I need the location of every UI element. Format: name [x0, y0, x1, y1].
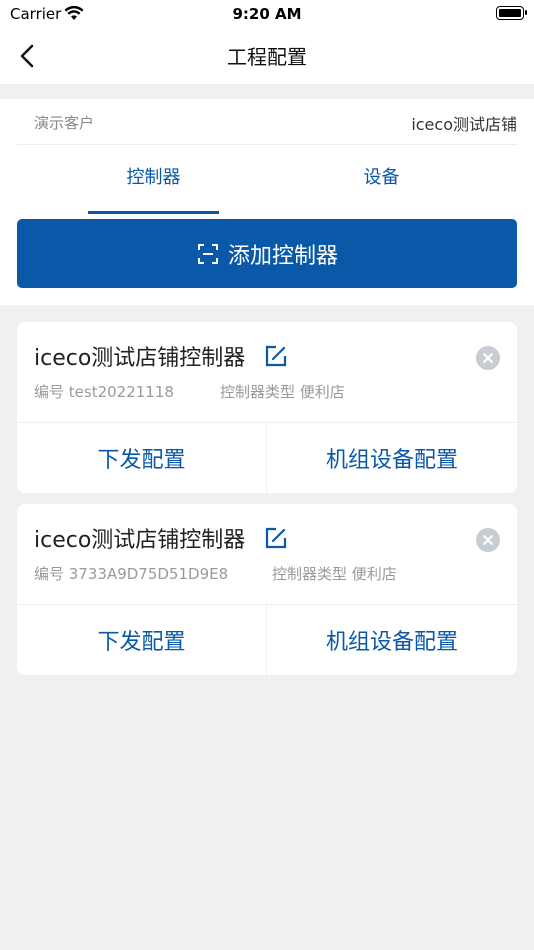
edit-icon[interactable] [264, 526, 288, 550]
battery-icon [496, 6, 527, 20]
navigation-bar: 工程配置 [0, 28, 534, 84]
tab-controller[interactable]: 控制器 [88, 163, 219, 189]
controller-card: iceco测试店铺控制器 编号 test20221118 控制器类型 便利店 下… [17, 322, 517, 493]
info-panel: 演示客户 iceco测试店铺 控制器 设备 添加控制器 [0, 99, 534, 305]
scan-icon [197, 243, 218, 264]
send-config-button[interactable]: 下发配置 [17, 604, 266, 675]
customer-label: 演示客户 [34, 114, 95, 132]
close-icon[interactable] [476, 528, 500, 552]
controller-id: 编号 3733A9D75D51D9E8 [34, 565, 229, 583]
controller-name: iceco测试店铺控制器 [34, 346, 246, 371]
clock: 9:20 AM [232, 5, 302, 23]
edit-icon[interactable] [264, 344, 288, 368]
page-title: 工程配置 [227, 45, 307, 69]
close-icon[interactable] [476, 346, 500, 370]
controller-card: iceco测试店铺控制器 编号 3733A9D75D51D9E8 控制器类型 便… [17, 504, 517, 675]
unit-device-config-button[interactable]: 机组设备配置 [267, 422, 517, 493]
add-controller-button[interactable]: 添加控制器 [17, 219, 517, 288]
send-config-button[interactable]: 下发配置 [17, 422, 266, 493]
tab-device[interactable]: 设备 [316, 163, 447, 189]
controller-type: 控制器类型 便利店 [220, 383, 345, 401]
controller-id: 编号 test20221118 [34, 383, 174, 401]
customer-row: 演示客户 iceco测试店铺 [17, 99, 517, 145]
add-controller-label: 添加控制器 [227, 243, 338, 269]
status-bar: Carrier 9:20 AM [0, 0, 534, 28]
unit-device-config-button[interactable]: 机组设备配置 [267, 604, 517, 675]
customer-value: iceco测试店铺 [411, 115, 517, 134]
controller-type: 控制器类型 便利店 [272, 565, 397, 583]
controller-name: iceco测试店铺控制器 [34, 528, 246, 553]
active-tab-indicator [88, 211, 219, 214]
